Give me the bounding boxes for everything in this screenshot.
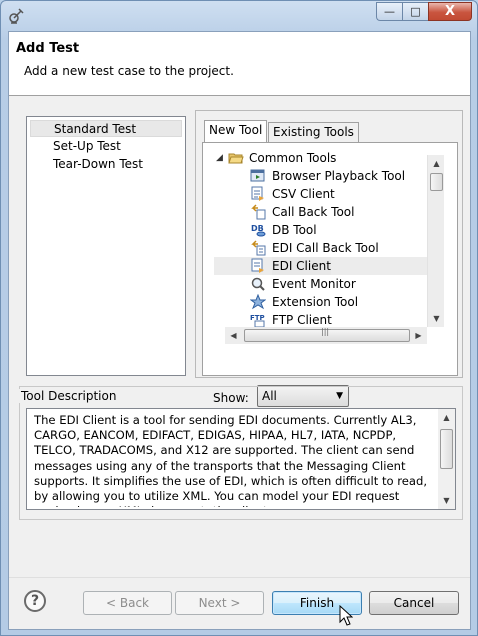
tree-item-event-monitor[interactable]: Event Monitor xyxy=(250,275,428,293)
scroll-left-icon[interactable]: ◀ xyxy=(225,327,242,344)
next-button[interactable]: Next > xyxy=(175,591,264,615)
browser-playback-icon xyxy=(250,169,265,182)
tools-panel: New Tool Existing Tools ◢ Common Tools B… xyxy=(195,110,463,407)
page-title: Add Test xyxy=(16,41,80,56)
test-type-standard[interactable]: Standard Test xyxy=(30,120,182,137)
footer-separator xyxy=(9,577,470,578)
tab-new-tool[interactable]: New Tool xyxy=(204,120,268,142)
scroll-right-icon[interactable]: ▶ xyxy=(410,327,427,344)
tree-node-label: Common Tools xyxy=(249,151,337,165)
tree-item-browser-playback-tool[interactable]: Browser Playback Tool xyxy=(250,167,428,185)
event-monitor-icon xyxy=(251,277,265,291)
tree-horizontal-scrollbar[interactable]: ◀ ||| ▶ xyxy=(225,327,427,344)
tree-item-edi-client[interactable]: EDI Client xyxy=(214,257,427,275)
description-scroll-thumb[interactable] xyxy=(440,429,453,469)
app-satellite-icon xyxy=(9,8,24,24)
tool-description-title: Tool Description xyxy=(19,389,119,403)
extension-tool-icon xyxy=(250,294,266,310)
maximize-button[interactable]: □ xyxy=(402,2,428,21)
test-type-teardown[interactable]: Tear-Down Test xyxy=(30,156,182,173)
tool-description-text: The EDI Client is a tool for sending EDI… xyxy=(34,413,428,507)
test-type-setup[interactable]: Set-Up Test xyxy=(30,138,182,155)
tree-item-call-back-tool[interactable]: Call Back Tool xyxy=(250,203,428,221)
tool-description-box: The EDI Client is a tool for sending EDI… xyxy=(26,408,456,510)
mouse-cursor-icon xyxy=(339,605,353,626)
ftp-client-icon: FTP xyxy=(250,314,265,328)
scroll-down-icon[interactable]: ▼ xyxy=(438,492,455,509)
tree-item-edi-call-back-tool[interactable]: EDI Call Back Tool xyxy=(250,239,428,257)
edi-call-back-icon xyxy=(251,240,266,256)
new-tool-panel: ◢ Common Tools Browser Playback Tool CSV… xyxy=(202,142,458,407)
description-vertical-scrollbar[interactable]: ▲ ▼ xyxy=(438,409,455,509)
title-bar[interactable]: — □ X xyxy=(1,1,477,31)
back-button[interactable]: < Back xyxy=(83,591,172,615)
edi-client-icon xyxy=(251,258,264,273)
cancel-button[interactable]: Cancel xyxy=(369,591,459,615)
scroll-down-icon[interactable]: ▼ xyxy=(428,310,445,327)
page-subtitle: Add a new test case to the project. xyxy=(24,64,234,78)
tool-tree[interactable]: ◢ Common Tools Browser Playback Tool CSV… xyxy=(214,149,446,349)
tree-node-common-tools[interactable]: ◢ Common Tools xyxy=(214,149,424,167)
tree-item-extension-tool[interactable]: Extension Tool xyxy=(250,293,428,311)
horizontal-scroll-thumb[interactable]: ||| xyxy=(244,327,410,342)
test-type-list[interactable]: Standard Test Set-Up Test Tear-Down Test xyxy=(26,116,186,376)
csv-client-icon xyxy=(251,186,264,201)
tab-existing-tools[interactable]: Existing Tools xyxy=(268,122,359,142)
scroll-up-icon[interactable]: ▲ xyxy=(438,409,455,426)
tree-vertical-scrollbar[interactable]: ▲ ▼ xyxy=(427,155,444,327)
scroll-up-icon[interactable]: ▲ xyxy=(428,155,445,172)
help-button[interactable]: ? xyxy=(24,590,46,612)
folder-open-icon xyxy=(228,153,244,164)
collapse-arrow-icon[interactable]: ◢ xyxy=(216,149,223,167)
close-button[interactable]: X xyxy=(428,2,472,21)
grip-icon: ||| xyxy=(321,327,330,336)
db-tool-icon: DB xyxy=(251,224,266,237)
dialog-window: — □ X Add Test Add a new test case to th… xyxy=(0,0,478,636)
tree-item-csv-client[interactable]: CSV Client xyxy=(250,185,428,203)
minimize-button[interactable]: — xyxy=(376,2,402,21)
call-back-icon xyxy=(251,204,266,220)
wizard-header: Add Test Add a new test case to the proj… xyxy=(9,32,470,96)
tree-item-db-tool[interactable]: DB DB Tool xyxy=(250,221,428,239)
vertical-scroll-thumb[interactable] xyxy=(430,173,443,191)
dialog-client-area: Add Test Add a new test case to the proj… xyxy=(8,31,471,630)
